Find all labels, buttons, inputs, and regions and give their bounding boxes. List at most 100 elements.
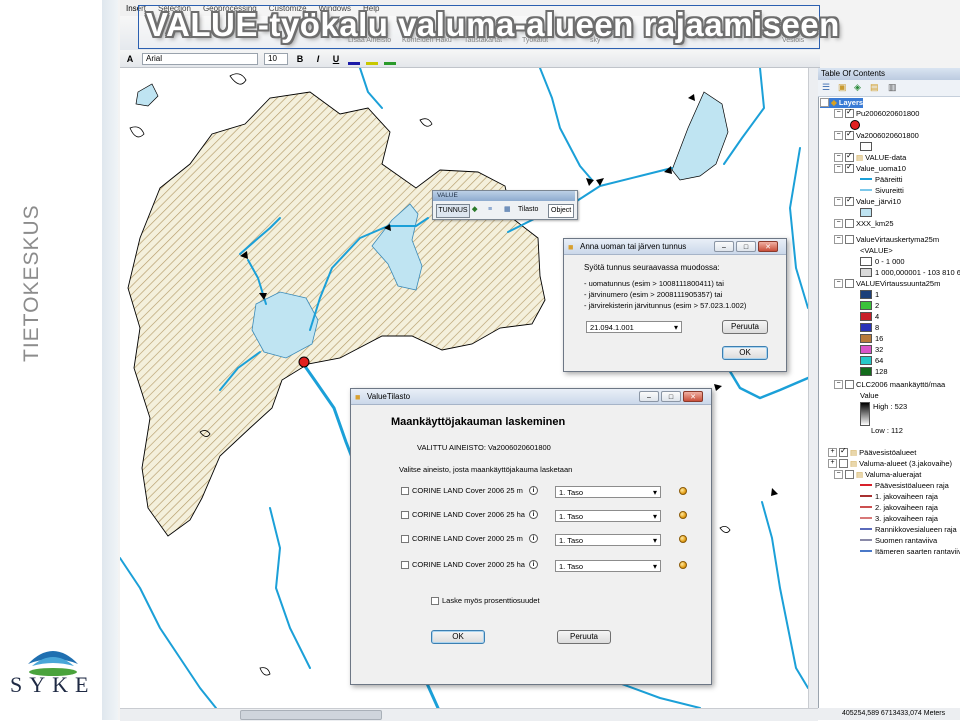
font-color-icon[interactable] bbox=[348, 52, 360, 65]
expand-icon[interactable]: − bbox=[834, 108, 843, 118]
toc-row[interactable]: − ▤ Valuma-aluerajat bbox=[834, 469, 921, 480]
expand-icon[interactable]: − bbox=[834, 234, 843, 244]
info-icon[interactable]: i bbox=[529, 486, 538, 495]
toc-row[interactable]: − Pu2006020601800 bbox=[834, 107, 920, 119]
expand-icon[interactable]: − bbox=[834, 218, 843, 228]
toc-row[interactable]: − XXX_km25 bbox=[834, 218, 894, 229]
options-icon[interactable]: ▥ bbox=[888, 82, 897, 93]
expand-icon[interactable]: − bbox=[834, 469, 843, 479]
map-horizontal-scrollbar[interactable] bbox=[120, 708, 818, 721]
layer-visibility-checkbox[interactable] bbox=[839, 446, 848, 457]
toc-row-label: XXX_km25 bbox=[856, 219, 894, 228]
font-name-select[interactable]: Arial bbox=[142, 52, 258, 65]
layer-visibility-checkbox[interactable] bbox=[839, 458, 848, 468]
toc-row[interactable]: − Va2006020601800 bbox=[834, 129, 919, 141]
close-button[interactable]: ✕ bbox=[758, 241, 778, 252]
dataset-checkbox[interactable] bbox=[401, 511, 409, 519]
underline-button[interactable]: U bbox=[330, 54, 342, 64]
line-color-icon[interactable] bbox=[384, 52, 396, 65]
font-size-select[interactable]: 10 bbox=[264, 52, 288, 65]
layers-icon[interactable]: ≡ bbox=[488, 204, 498, 216]
percent-checkbox[interactable] bbox=[431, 597, 439, 605]
bold-button[interactable]: B bbox=[294, 54, 306, 64]
coin-icon[interactable] bbox=[679, 561, 687, 569]
maximize-button[interactable]: □ bbox=[661, 391, 681, 402]
list-by-source-icon[interactable]: ▣ bbox=[838, 82, 847, 93]
fill-color-icon[interactable] bbox=[366, 52, 378, 65]
close-button[interactable]: ✕ bbox=[683, 391, 703, 402]
layer-visibility-checkbox[interactable] bbox=[845, 278, 854, 288]
scrollbar-thumb[interactable] bbox=[240, 710, 382, 720]
side-label-text: TIETOKESKUS bbox=[20, 204, 43, 362]
tunnus-button[interactable]: TUNNUS bbox=[436, 204, 470, 218]
dataset-checkbox[interactable] bbox=[401, 561, 409, 569]
object-button[interactable]: Object bbox=[548, 204, 575, 218]
toc-row[interactable]: − ◆ Layers bbox=[820, 98, 864, 108]
tunnus-prompt: Syötä tunnus seuraavassa muodossa: bbox=[584, 263, 720, 272]
expand-icon[interactable]: − bbox=[834, 163, 843, 173]
level-select[interactable]: 1. Taso bbox=[555, 486, 661, 498]
toc-row[interactable]: + ▤ Päävesistöalueet bbox=[828, 446, 916, 458]
layer-visibility-checkbox[interactable] bbox=[845, 162, 854, 173]
expand-icon[interactable]: − bbox=[834, 196, 843, 206]
toc-row[interactable]: − Value_järvi10 bbox=[834, 195, 901, 207]
layer-visibility-checkbox[interactable] bbox=[845, 129, 854, 140]
toc-row: 32 bbox=[860, 344, 883, 355]
toc-row[interactable]: − ▤ VALUE-data bbox=[834, 151, 906, 163]
ok-button[interactable]: OK bbox=[722, 346, 768, 360]
toc-row[interactable]: − ValueVirtauskertyma25m bbox=[834, 234, 939, 245]
level-select[interactable]: 1. Taso bbox=[555, 560, 661, 572]
coin-icon[interactable] bbox=[679, 487, 687, 495]
maximize-button[interactable]: □ bbox=[736, 241, 756, 252]
info-icon[interactable]: i bbox=[529, 510, 538, 519]
italic-button[interactable]: I bbox=[312, 54, 324, 64]
toc-row: Value bbox=[860, 391, 879, 401]
value-toolbar-title[interactable]: VALUE bbox=[433, 191, 575, 201]
expand-icon[interactable]: − bbox=[834, 152, 843, 162]
minimize-button[interactable]: – bbox=[714, 241, 734, 252]
tunnus-input[interactable]: 21.094.1.001 bbox=[586, 321, 682, 333]
info-icon[interactable]: i bbox=[529, 534, 538, 543]
coin-icon[interactable] bbox=[679, 511, 687, 519]
expand-icon[interactable]: − bbox=[834, 130, 843, 140]
level-select[interactable]: 1. Taso bbox=[555, 534, 661, 546]
expand-icon[interactable]: + bbox=[828, 458, 837, 468]
tilasto-button[interactable]: Tilasto bbox=[518, 204, 538, 216]
expand-icon[interactable]: + bbox=[828, 447, 837, 457]
dialog-app-icon: ■ bbox=[568, 242, 574, 252]
dataset-checkbox[interactable] bbox=[401, 487, 409, 495]
expand-icon[interactable]: − bbox=[834, 379, 843, 389]
list-by-selection-icon[interactable]: ▤ bbox=[870, 82, 879, 93]
chart-icon[interactable]: ▦ bbox=[504, 204, 514, 216]
collapse-icon[interactable]: − bbox=[820, 98, 829, 107]
expand-icon[interactable]: − bbox=[834, 278, 843, 288]
layer-visibility-checkbox[interactable] bbox=[845, 469, 854, 479]
minimize-button[interactable]: – bbox=[639, 391, 659, 402]
fill-symbol-icon bbox=[860, 366, 872, 376]
cancel-button[interactable]: Peruuta bbox=[557, 630, 611, 644]
text-tool-button[interactable]: A bbox=[124, 54, 136, 64]
layer-visibility-checkbox[interactable] bbox=[845, 107, 854, 118]
identify-icon[interactable]: ◆ bbox=[472, 204, 482, 216]
dataset-checkbox[interactable] bbox=[401, 535, 409, 543]
toc-row: 64 bbox=[860, 355, 883, 366]
layer-visibility-checkbox[interactable] bbox=[845, 218, 854, 228]
toc-row[interactable]: − CLC2006 maankäyttö/maa bbox=[834, 379, 945, 390]
layer-visibility-checkbox[interactable] bbox=[845, 151, 854, 162]
list-by-drawing-order-icon[interactable]: ☰ bbox=[822, 82, 830, 93]
layer-visibility-checkbox[interactable] bbox=[845, 379, 854, 389]
toc-row[interactable]: − VALUEVirtaussuunta25m bbox=[834, 278, 940, 289]
toc-row-label: Pu2006020601800 bbox=[856, 109, 920, 118]
ok-button[interactable]: OK bbox=[431, 630, 485, 644]
coin-icon[interactable] bbox=[679, 535, 687, 543]
level-select[interactable]: 1. Taso bbox=[555, 510, 661, 522]
outlet-point[interactable] bbox=[298, 356, 310, 368]
layer-visibility-checkbox[interactable] bbox=[845, 234, 854, 244]
info-icon[interactable]: i bbox=[529, 560, 538, 569]
toc-row[interactable]: + ▤ Valuma-alueet (3.jakovaihe) bbox=[828, 458, 952, 469]
cancel-button[interactable]: Peruuta bbox=[722, 320, 768, 334]
tilasto-instruction: Valitse aineisto, josta maankäyttöjakaum… bbox=[399, 465, 573, 474]
list-by-visibility-icon[interactable]: ◈ bbox=[854, 82, 861, 93]
layer-visibility-checkbox[interactable] bbox=[845, 195, 854, 206]
toc-row[interactable]: − Value_uoma10 bbox=[834, 162, 906, 174]
